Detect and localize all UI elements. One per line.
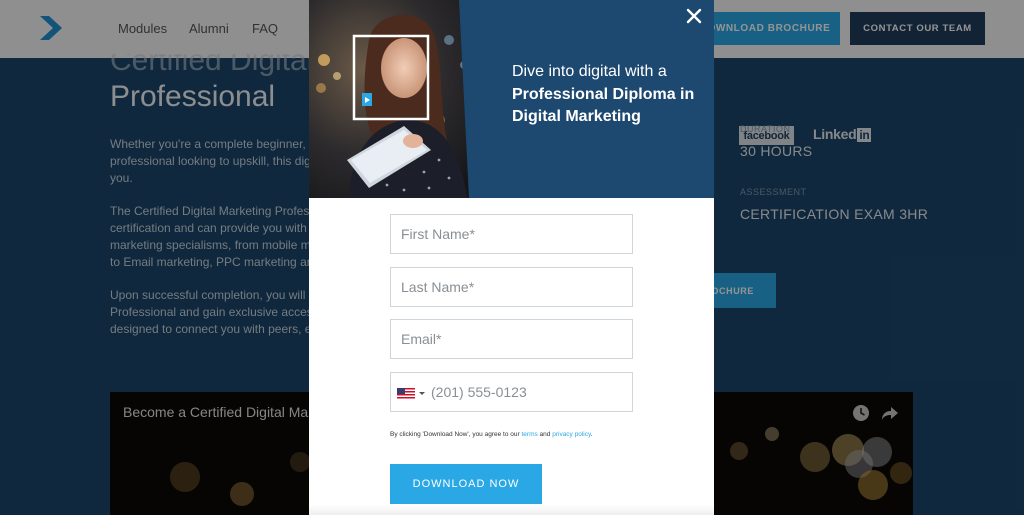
modal-header: Dive into digital with a Professional Di… — [309, 0, 714, 198]
consent-suffix: . — [590, 431, 593, 438]
download-now-button[interactable]: DOWNLOAD NOW — [390, 464, 542, 504]
consent-text: By clicking 'Download Now', you agree to… — [390, 431, 593, 438]
consent-and: and — [539, 431, 551, 438]
modal-bottom-edge — [309, 505, 714, 515]
email-field[interactable] — [390, 319, 633, 359]
headline-bold-1: Professional Diploma in — [512, 85, 695, 103]
modal-headline: Dive into digital with a Professional Di… — [512, 61, 707, 129]
terms-link[interactable]: terms — [521, 431, 537, 438]
consent-prefix: By clicking 'Download Now', you agree to… — [390, 431, 520, 438]
close-icon[interactable] — [684, 6, 704, 26]
us-flag-icon — [397, 387, 415, 399]
country-selector[interactable] — [397, 387, 429, 399]
chevron-down-icon — [419, 391, 425, 395]
headline-intro: Dive into digital with a — [512, 63, 667, 80]
phone-field-wrapper — [390, 372, 633, 412]
student-photo — [309, 0, 492, 198]
brochure-modal: Dive into digital with a Professional Di… — [309, 0, 714, 515]
privacy-policy-link[interactable]: privacy policy — [552, 431, 591, 438]
headline-bold-2: Digital Marketing — [512, 108, 641, 125]
first-name-field[interactable] — [390, 214, 633, 254]
phone-field[interactable] — [431, 373, 631, 411]
last-name-field[interactable] — [390, 267, 633, 307]
